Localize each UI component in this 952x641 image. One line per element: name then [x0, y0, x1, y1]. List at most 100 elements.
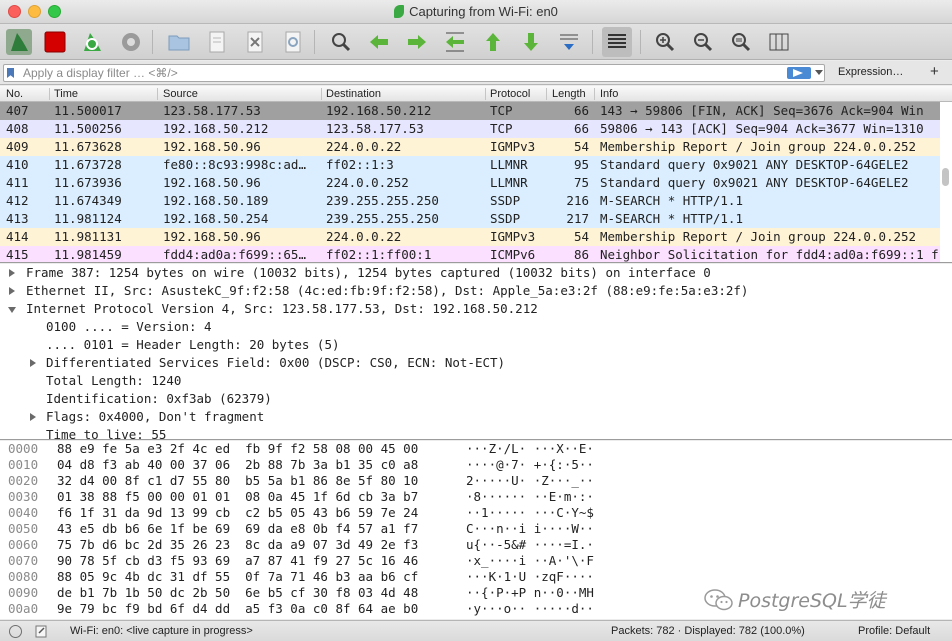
column-header-time[interactable]: Time	[54, 88, 78, 100]
expand-triangle-icon[interactable]	[30, 359, 36, 367]
stop-capture-button[interactable]	[40, 27, 70, 57]
toolbar-separator	[640, 30, 641, 54]
column-header-protocol[interactable]: Protocol	[490, 88, 530, 100]
collapse-triangle-icon[interactable]	[8, 307, 16, 313]
detail-row[interactable]: Frame 387: 1254 bytes on wire (10032 bit…	[0, 264, 950, 282]
bytes-row[interactable]: 0070 90 78 5f cb d3 f5 93 69 a7 87 41 f9 …	[0, 553, 950, 569]
document-icon	[209, 31, 225, 53]
detail-row[interactable]: Flags: 0x4000, Don't fragment	[0, 408, 950, 426]
zoom-normal-button[interactable]	[726, 27, 756, 57]
bytes-row[interactable]: 0050 43 e5 db b6 6e 1f be 69 69 da e8 0b …	[0, 521, 950, 537]
detail-row[interactable]: 0100 .... = Version: 4	[0, 318, 950, 336]
column-header-info[interactable]: Info	[600, 88, 618, 100]
zoom-in-button[interactable]	[650, 27, 680, 57]
wireshark-fin-icon	[394, 5, 405, 18]
reload-file-button[interactable]	[278, 27, 308, 57]
gear-icon	[122, 33, 140, 51]
stop-icon	[44, 31, 66, 53]
zoom-out-button[interactable]	[688, 27, 718, 57]
zoom-out-icon	[694, 33, 713, 52]
packet-row[interactable]: 415 11.981459 fdd4:ad0a:f699::65… ff02::1:f…	[0, 246, 940, 262]
packet-row[interactable]: 414 11.981131 192.168.50.96 224.0.0.22 IGMPv…	[0, 228, 940, 246]
bytes-row[interactable]: 0060 75 7b d6 bc 2d 35 26 23 8c da a9 07 …	[0, 537, 950, 553]
column-header-no[interactable]: No.	[6, 88, 23, 100]
bytes-row[interactable]: 0010 04 d8 f3 ab 40 00 37 06 2b 88 7b 3a …	[0, 457, 950, 473]
capture-comment-icon[interactable]	[35, 624, 48, 638]
detail-row[interactable]: .... 0101 = Header Length: 20 bytes (5)	[0, 336, 950, 354]
bookmark-icon[interactable]	[7, 68, 14, 78]
bytes-row[interactable]: 0080 88 05 9c 4b dc 31 df 55 0f 7a 71 46 …	[0, 569, 950, 585]
status-interface: Wi-Fi: en0: <live capture in progress>	[70, 625, 253, 637]
zoom-normal-icon	[732, 33, 751, 52]
packet-row[interactable]: 408 11.500256 192.168.50.212 123.58.177.53 T…	[0, 120, 940, 138]
bytes-row[interactable]: 0000 88 e9 fe 5a e3 2f 4c ed fb 9f f2 58 …	[0, 441, 950, 457]
status-profile[interactable]: Profile: Default	[858, 625, 930, 637]
column-header-source[interactable]: Source	[163, 88, 198, 100]
add-filter-button[interactable]: +	[930, 63, 939, 80]
main-toolbar	[0, 24, 952, 60]
expand-triangle-icon[interactable]	[9, 287, 15, 295]
find-packet-button[interactable]	[326, 27, 356, 57]
detail-row[interactable]: Internet Protocol Version 4, Src: 123.58…	[0, 300, 950, 318]
expression-button[interactable]: Expression…	[838, 66, 903, 78]
colorize-lines-icon	[608, 34, 626, 48]
shark-fin-icon	[6, 29, 32, 55]
wechat-logo-icon	[704, 589, 733, 611]
apply-filter-arrow-icon[interactable]	[787, 67, 811, 79]
start-capture-button[interactable]	[4, 27, 34, 57]
arrow-down-icon	[524, 33, 538, 51]
go-first-button[interactable]	[478, 27, 508, 57]
detail-row[interactable]: Ethernet II, Src: AsustekC_9f:f2:58 (4c:…	[0, 282, 950, 300]
expand-triangle-icon[interactable]	[30, 413, 36, 421]
chevron-down-icon[interactable]	[815, 70, 823, 75]
auto-scroll-icon	[560, 34, 578, 50]
reload-icon	[285, 31, 301, 53]
capture-options-button[interactable]	[116, 27, 146, 57]
auto-scroll-button[interactable]	[554, 27, 584, 57]
arrow-left-icon	[370, 35, 388, 49]
go-to-packet-button[interactable]	[440, 27, 470, 57]
window-title: Capturing from Wi-Fi: en0	[409, 4, 558, 19]
expand-triangle-icon[interactable]	[9, 269, 15, 277]
resize-columns-button[interactable]	[764, 27, 794, 57]
detail-row[interactable]: Total Length: 1240	[0, 372, 950, 390]
toolbar-separator	[592, 30, 593, 54]
go-forward-button[interactable]	[402, 27, 432, 57]
go-last-button[interactable]	[516, 27, 546, 57]
packet-list-header: No. Time Source Destination Protocol Len…	[0, 86, 952, 102]
detail-row[interactable]: Differentiated Services Field: 0x00 (DSC…	[0, 354, 950, 372]
close-file-button[interactable]	[240, 27, 270, 57]
packet-list-scrollbar[interactable]	[942, 168, 949, 186]
packet-row[interactable]: 412 11.674349 192.168.50.189 239.255.255.25…	[0, 192, 940, 210]
save-file-button[interactable]	[202, 27, 232, 57]
filter-placeholder: Apply a display filter … <⌘/>	[23, 66, 178, 80]
packet-row[interactable]: 413 11.981124 192.168.50.254 239.255.255.25…	[0, 210, 940, 228]
colorize-button[interactable]	[602, 27, 632, 57]
resize-columns-icon	[769, 33, 789, 51]
arrow-right-icon	[408, 35, 426, 49]
packet-row[interactable]: 410 11.673728 fe80::8c93:998c:ad… ff02::1:3…	[0, 156, 940, 174]
display-filter-input[interactable]: Apply a display filter … <⌘/>	[3, 64, 825, 82]
packet-row[interactable]: 411 11.673936 192.168.50.96 224.0.0.252 LLMN…	[0, 174, 940, 192]
bytes-row[interactable]: 0030 01 38 88 f5 00 00 01 01 08 0a 45 1f …	[0, 489, 950, 505]
packet-row[interactable]: 409 11.673628 192.168.50.96 224.0.0.22 IGMPv…	[0, 138, 940, 156]
restart-capture-button[interactable]	[77, 27, 107, 57]
folder-icon	[168, 35, 190, 51]
display-filter-bar: Apply a display filter … <⌘/> Expression…	[0, 61, 952, 85]
open-file-button[interactable]	[164, 27, 194, 57]
bytes-row[interactable]: 0040 f6 1f 31 da 9d 13 99 cb c2 b5 05 43 …	[0, 505, 950, 521]
restart-icon	[84, 33, 101, 51]
detail-row[interactable]: Identification: 0xf3ab (62379)	[0, 390, 950, 408]
packet-bytes: 0000 88 e9 fe 5a e3 2f 4c ed fb 9f f2 58 …	[0, 441, 952, 619]
column-header-length[interactable]: Length	[552, 88, 586, 100]
go-back-button[interactable]	[364, 27, 394, 57]
zoom-in-icon	[656, 33, 675, 52]
magnifier-icon	[332, 33, 351, 52]
bytes-row[interactable]: 0020 32 d4 00 8f c1 d7 55 80 b5 5a b1 86 …	[0, 473, 950, 489]
expert-info-icon[interactable]	[9, 625, 22, 638]
detail-row[interactable]: Time to live: 55	[0, 426, 950, 439]
packet-row[interactable]: 407 11.500017 123.58.177.53 192.168.50.212 T…	[0, 102, 940, 120]
column-separator	[321, 88, 322, 100]
toolbar-separator	[314, 30, 315, 54]
column-header-destination[interactable]: Destination	[326, 88, 381, 100]
